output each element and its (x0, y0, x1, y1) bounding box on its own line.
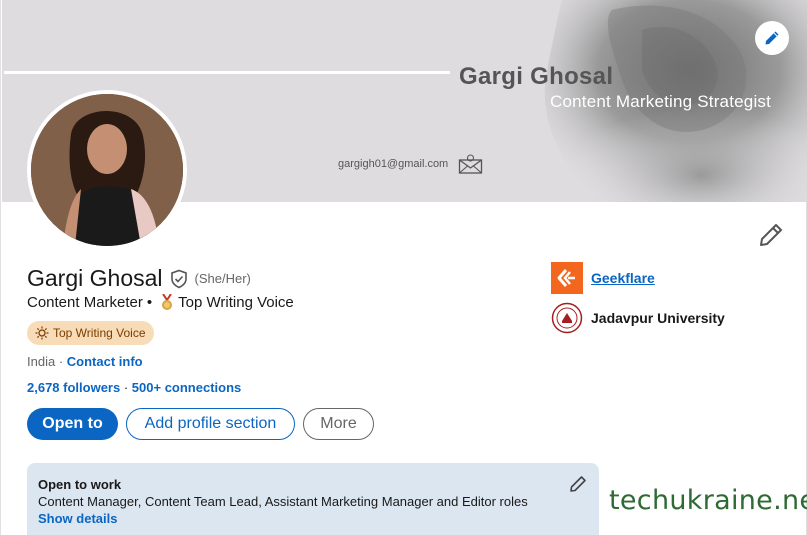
open-to-button[interactable]: Open to (27, 408, 118, 440)
sun-badge-icon (35, 326, 49, 340)
current-company[interactable]: Geekflare (551, 262, 655, 294)
open-to-work-roles: Content Manager, Content Team Lead, Assi… (38, 494, 528, 509)
university-seal (551, 302, 583, 334)
add-profile-section-button[interactable]: Add profile section (126, 408, 295, 440)
pencil-icon (765, 31, 779, 45)
avatar-image (31, 94, 183, 246)
edit-banner-button[interactable] (755, 21, 789, 55)
show-details-link[interactable]: Show details (38, 511, 588, 526)
headline: Content Marketer • Top Writing Voice (27, 294, 294, 311)
top-writing-voice-badge[interactable]: Top Writing Voice (27, 321, 154, 345)
geekflare-logo (551, 262, 583, 294)
banner-role: Content Marketing Strategist (550, 92, 772, 111)
edit-intro-pencil-icon[interactable] (758, 222, 784, 248)
school-name[interactable]: Jadavpur University (591, 310, 725, 326)
headline-text: Content Marketer (27, 294, 143, 311)
banner-name: Gargi Ghosal (459, 63, 614, 90)
medal-icon (162, 294, 173, 310)
profile-name: Gargi Ghosal (27, 265, 163, 291)
contact-info-link[interactable]: Contact info (67, 354, 143, 369)
banner-email: gargigh01@gmail.com (338, 158, 449, 170)
network-stats: 2,678 followers · 500+ connections (27, 380, 241, 395)
badge-label: Top Writing Voice (53, 326, 146, 340)
location-row: India · Contact info (27, 354, 143, 369)
bullet-separator: • (146, 294, 153, 311)
top-voice-text[interactable]: Top Writing Voice (178, 294, 294, 311)
location: India (27, 354, 56, 369)
open-to-work-title: Open to work (38, 477, 122, 492)
open-to-work-card[interactable]: Open to work Content Manager, Content Te… (27, 463, 599, 535)
company-name[interactable]: Geekflare (591, 270, 655, 286)
mail-icon (458, 154, 483, 174)
watermark: techukraine.net (609, 485, 807, 516)
profile-photo[interactable] (27, 90, 187, 250)
followers-link[interactable]: 2,678 followers (27, 380, 120, 395)
pronouns: (She/Her) (194, 271, 251, 286)
banner-divider-line (4, 71, 450, 74)
connections-link[interactable]: 500+ connections (132, 380, 241, 395)
pencil-icon[interactable] (569, 475, 587, 493)
dot-separator: · (58, 354, 67, 369)
education-school[interactable]: Jadavpur University (551, 302, 725, 334)
stats-separator: · (123, 380, 132, 395)
profile-card: Gargi Ghosal Content Marketing Strategis… (0, 0, 807, 535)
name-row: Gargi Ghosal (She/Her) (27, 265, 251, 292)
more-button[interactable]: More (303, 408, 374, 440)
verified-shield-icon[interactable] (169, 269, 189, 289)
